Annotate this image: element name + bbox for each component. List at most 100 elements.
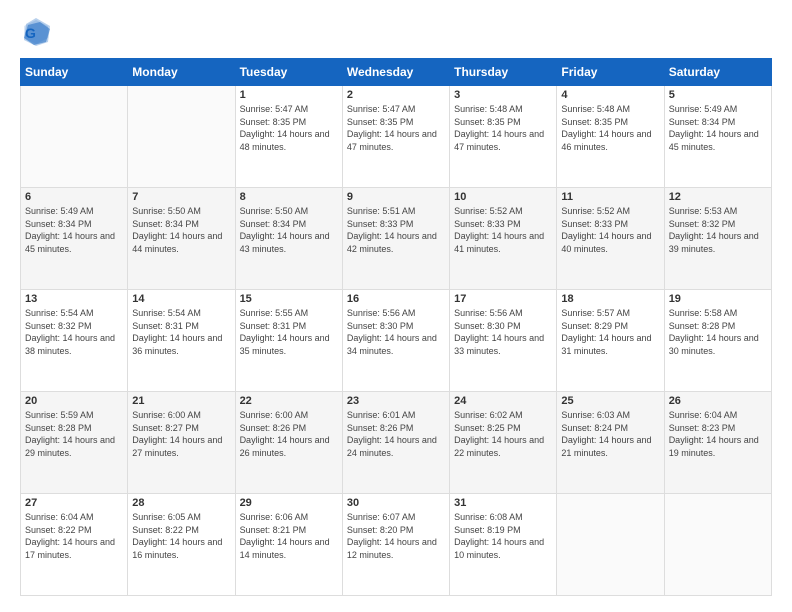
calendar-cell: 6 Sunrise: 5:49 AMSunset: 8:34 PMDaylight… (21, 188, 128, 290)
day-number: 18 (561, 293, 659, 305)
day-info: Sunrise: 5:52 AMSunset: 8:33 PMDaylight:… (454, 205, 552, 255)
day-info: Sunrise: 5:51 AMSunset: 8:33 PMDaylight:… (347, 205, 445, 255)
day-number: 1 (240, 89, 338, 101)
calendar-cell: 26 Sunrise: 6:04 AMSunset: 8:23 PMDayligh… (664, 392, 771, 494)
calendar-cell: 16 Sunrise: 5:56 AMSunset: 8:30 PMDayligh… (342, 290, 449, 392)
day-info: Sunrise: 6:05 AMSunset: 8:22 PMDaylight:… (132, 511, 230, 561)
calendar-cell: 7 Sunrise: 5:50 AMSunset: 8:34 PMDaylight… (128, 188, 235, 290)
col-header-monday: Monday (128, 59, 235, 86)
day-info: Sunrise: 6:02 AMSunset: 8:25 PMDaylight:… (454, 409, 552, 459)
day-info: Sunrise: 5:54 AMSunset: 8:32 PMDaylight:… (25, 307, 123, 357)
calendar-cell: 25 Sunrise: 6:03 AMSunset: 8:24 PMDayligh… (557, 392, 664, 494)
day-number: 31 (454, 497, 552, 509)
calendar-cell: 10 Sunrise: 5:52 AMSunset: 8:33 PMDayligh… (450, 188, 557, 290)
day-number: 29 (240, 497, 338, 509)
day-number: 10 (454, 191, 552, 203)
svg-text:G: G (25, 25, 36, 41)
day-info: Sunrise: 6:08 AMSunset: 8:19 PMDaylight:… (454, 511, 552, 561)
day-info: Sunrise: 5:56 AMSunset: 8:30 PMDaylight:… (347, 307, 445, 357)
calendar-week-3: 13 Sunrise: 5:54 AMSunset: 8:32 PMDayligh… (21, 290, 772, 392)
calendar-week-2: 6 Sunrise: 5:49 AMSunset: 8:34 PMDaylight… (21, 188, 772, 290)
day-number: 5 (669, 89, 767, 101)
day-number: 28 (132, 497, 230, 509)
col-header-friday: Friday (557, 59, 664, 86)
day-number: 23 (347, 395, 445, 407)
calendar-cell: 4Sunrise: 5:48 AMSunset: 8:35 PMDaylight… (557, 86, 664, 188)
day-number: 7 (132, 191, 230, 203)
col-header-wednesday: Wednesday (342, 59, 449, 86)
col-header-tuesday: Tuesday (235, 59, 342, 86)
day-number: 6 (25, 191, 123, 203)
day-number: 4 (561, 89, 659, 101)
day-number: 27 (25, 497, 123, 509)
calendar-cell (128, 86, 235, 188)
day-number: 20 (25, 395, 123, 407)
page: G SundayMondayTuesdayWednesdayThursdayFr… (0, 0, 792, 612)
calendar-cell: 11Sunrise: 5:52 AMSunset: 8:33 PMDayligh… (557, 188, 664, 290)
day-info: Sunrise: 5:57 AMSunset: 8:29 PMDaylight:… (561, 307, 659, 357)
day-info: Sunrise: 5:53 AMSunset: 8:32 PMDaylight:… (669, 205, 767, 255)
day-number: 9 (347, 191, 445, 203)
day-number: 2 (347, 89, 445, 101)
day-number: 14 (132, 293, 230, 305)
calendar-cell: 24 Sunrise: 6:02 AMSunset: 8:25 PMDayligh… (450, 392, 557, 494)
day-info: Sunrise: 6:03 AMSunset: 8:24 PMDaylight:… (561, 409, 659, 459)
day-number: 3 (454, 89, 552, 101)
day-number: 15 (240, 293, 338, 305)
calendar-cell: 27Sunrise: 6:04 AMSunset: 8:22 PMDayligh… (21, 494, 128, 596)
calendar-table: SundayMondayTuesdayWednesdayThursdayFrid… (20, 58, 772, 596)
day-info: Sunrise: 5:50 AMSunset: 8:34 PMDaylight:… (132, 205, 230, 255)
day-number: 16 (347, 293, 445, 305)
day-info: Sunrise: 5:49 AMSunset: 8:34 PMDaylight:… (25, 205, 123, 255)
calendar-cell: 5Sunrise: 5:49 AMSunset: 8:34 PMDaylight… (664, 86, 771, 188)
calendar-cell: 15Sunrise: 5:55 AMSunset: 8:31 PMDayligh… (235, 290, 342, 392)
day-info: Sunrise: 5:52 AMSunset: 8:33 PMDaylight:… (561, 205, 659, 255)
day-info: Sunrise: 5:50 AMSunset: 8:34 PMDaylight:… (240, 205, 338, 255)
day-number: 25 (561, 395, 659, 407)
calendar-cell: 30 Sunrise: 6:07 AMSunset: 8:20 PMDayligh… (342, 494, 449, 596)
day-info: Sunrise: 5:54 AMSunset: 8:31 PMDaylight:… (132, 307, 230, 357)
col-header-sunday: Sunday (21, 59, 128, 86)
calendar-cell: 21Sunrise: 6:00 AMSunset: 8:27 PMDayligh… (128, 392, 235, 494)
calendar-cell: 8 Sunrise: 5:50 AMSunset: 8:34 PMDaylight… (235, 188, 342, 290)
calendar-cell: 3 Sunrise: 5:48 AMSunset: 8:35 PMDaylight… (450, 86, 557, 188)
calendar-cell: 17 Sunrise: 5:56 AMSunset: 8:30 PMDayligh… (450, 290, 557, 392)
day-info: Sunrise: 6:00 AMSunset: 8:26 PMDaylight:… (240, 409, 338, 459)
calendar-cell: 1 Sunrise: 5:47 AMSunset: 8:35 PMDaylight… (235, 86, 342, 188)
day-info: Sunrise: 5:47 AMSunset: 8:35 PMDaylight:… (240, 103, 338, 153)
col-header-thursday: Thursday (450, 59, 557, 86)
day-number: 13 (25, 293, 123, 305)
calendar-cell: 29Sunrise: 6:06 AMSunset: 8:21 PMDayligh… (235, 494, 342, 596)
day-number: 17 (454, 293, 552, 305)
day-info: Sunrise: 5:59 AMSunset: 8:28 PMDaylight:… (25, 409, 123, 459)
day-number: 8 (240, 191, 338, 203)
calendar-cell (664, 494, 771, 596)
day-info: Sunrise: 5:48 AMSunset: 8:35 PMDaylight:… (454, 103, 552, 153)
calendar-cell: 18 Sunrise: 5:57 AMSunset: 8:29 PMDayligh… (557, 290, 664, 392)
day-info: Sunrise: 6:04 AMSunset: 8:23 PMDaylight:… (669, 409, 767, 459)
calendar-cell: 13 Sunrise: 5:54 AMSunset: 8:32 PMDayligh… (21, 290, 128, 392)
col-header-saturday: Saturday (664, 59, 771, 86)
day-info: Sunrise: 5:47 AMSunset: 8:35 PMDaylight:… (347, 103, 445, 153)
day-number: 21 (132, 395, 230, 407)
calendar-week-4: 20 Sunrise: 5:59 AMSunset: 8:28 PMDayligh… (21, 392, 772, 494)
calendar-cell: 19 Sunrise: 5:58 AMSunset: 8:28 PMDayligh… (664, 290, 771, 392)
day-info: Sunrise: 5:56 AMSunset: 8:30 PMDaylight:… (454, 307, 552, 357)
calendar-cell: 14 Sunrise: 5:54 AMSunset: 8:31 PMDayligh… (128, 290, 235, 392)
logo: G (20, 16, 56, 48)
calendar-week-1: 1 Sunrise: 5:47 AMSunset: 8:35 PMDaylight… (21, 86, 772, 188)
calendar-cell: 9 Sunrise: 5:51 AMSunset: 8:33 PMDaylight… (342, 188, 449, 290)
calendar-cell: 28 Sunrise: 6:05 AMSunset: 8:22 PMDayligh… (128, 494, 235, 596)
calendar-cell (21, 86, 128, 188)
day-number: 26 (669, 395, 767, 407)
day-info: Sunrise: 6:07 AMSunset: 8:20 PMDaylight:… (347, 511, 445, 561)
header: G (20, 16, 772, 48)
calendar-cell: 12 Sunrise: 5:53 AMSunset: 8:32 PMDayligh… (664, 188, 771, 290)
day-number: 19 (669, 293, 767, 305)
day-info: Sunrise: 5:58 AMSunset: 8:28 PMDaylight:… (669, 307, 767, 357)
calendar-cell: 2 Sunrise: 5:47 AMSunset: 8:35 PMDaylight… (342, 86, 449, 188)
day-number: 24 (454, 395, 552, 407)
day-number: 12 (669, 191, 767, 203)
calendar-cell: 31 Sunrise: 6:08 AMSunset: 8:19 PMDayligh… (450, 494, 557, 596)
day-number: 30 (347, 497, 445, 509)
